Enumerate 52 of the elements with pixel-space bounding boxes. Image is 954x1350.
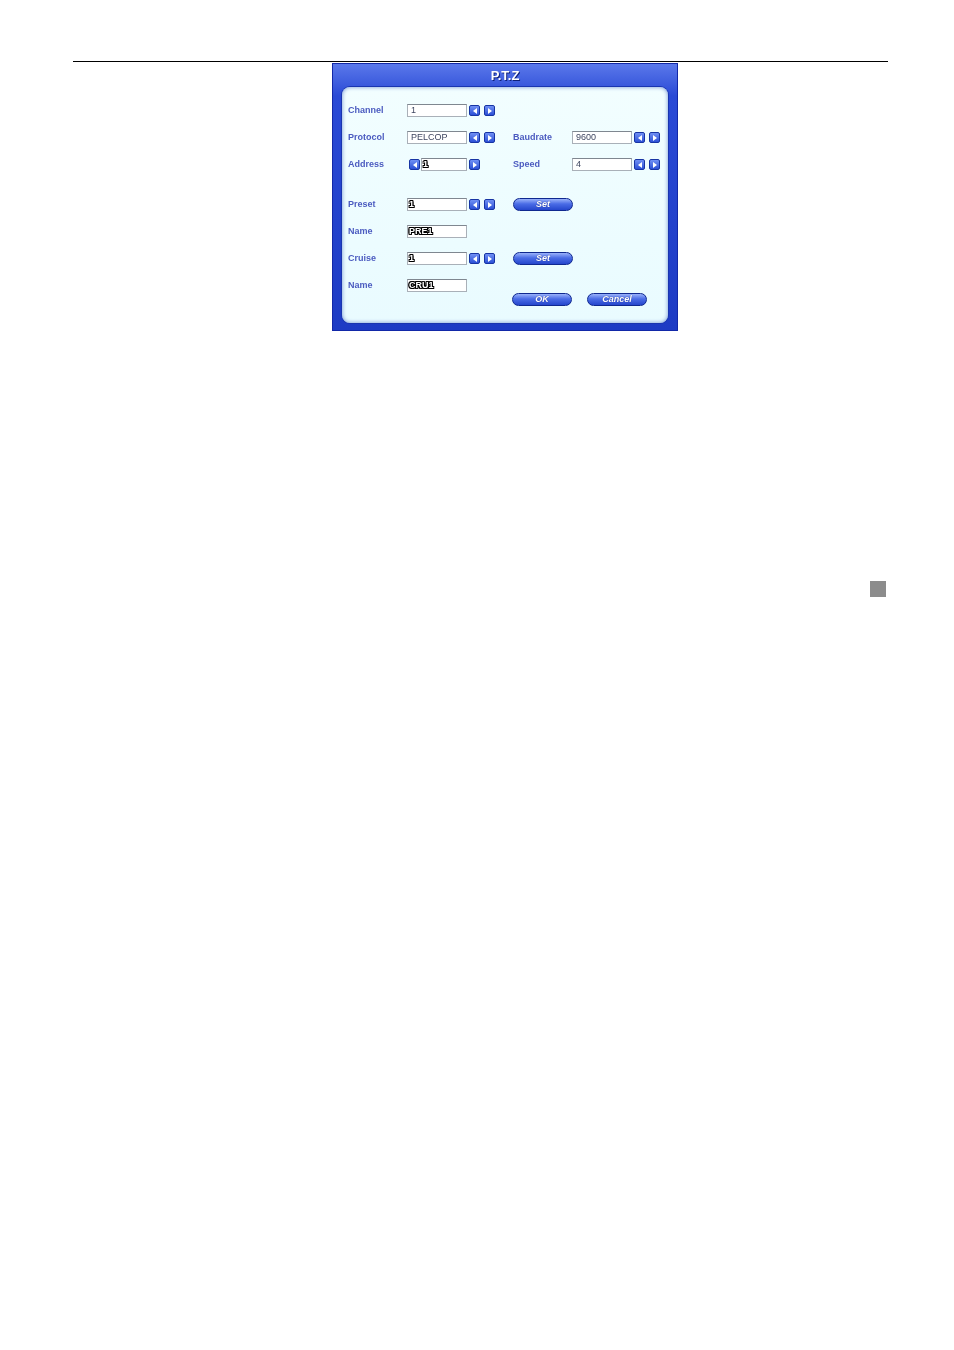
field-label: Baudrate [513,132,552,143]
increase-button[interactable] [469,159,480,170]
left-triangle-icon [472,107,477,114]
ok-button[interactable]: OK [512,293,572,306]
field-label: Channel [348,105,384,116]
margin-marker [870,581,886,597]
increase-button[interactable] [484,105,495,116]
decrease-button[interactable] [634,159,645,170]
left-triangle-icon [637,134,642,141]
field-label: Name [348,280,373,291]
field-label: Protocol [348,132,385,143]
field-label: Name [348,226,373,237]
dialog-title: P.T.Z [490,68,520,83]
cancel-button[interactable]: Cancel [587,293,647,306]
set-button[interactable]: Set [513,252,573,265]
input-field[interactable]: 4 [572,158,632,171]
input-field[interactable]: 9600 [572,131,632,144]
field-label: Preset [348,199,376,210]
field-label: Address [348,159,384,170]
decrease-button[interactable] [469,199,480,210]
increase-button[interactable] [649,132,660,143]
left-triangle-icon [472,201,477,208]
increase-button[interactable] [484,199,495,210]
right-triangle-icon [487,255,492,262]
input-field[interactable]: PELCOP [407,131,467,144]
right-triangle-icon [652,161,657,168]
decrease-button[interactable] [469,105,480,116]
input-field[interactable]: 1 [407,104,467,117]
left-triangle-icon [412,161,417,168]
increase-button[interactable] [484,253,495,264]
input-field[interactable]: 1 [407,252,467,265]
decrease-button[interactable] [469,132,480,143]
input-field[interactable]: 1 [407,198,467,211]
input-field[interactable]: PRE1 [407,225,467,238]
left-triangle-icon [472,255,477,262]
right-triangle-icon [652,134,657,141]
decrease-button[interactable] [469,253,480,264]
right-triangle-icon [472,161,477,168]
set-button[interactable]: Set [513,198,573,211]
field-label: Speed [513,159,540,170]
field-label: Cruise [348,253,376,264]
left-triangle-icon [637,161,642,168]
input-field[interactable]: CRU1 [407,279,467,292]
increase-button[interactable] [484,132,495,143]
decrease-button[interactable] [634,132,645,143]
right-triangle-icon [487,201,492,208]
input-field[interactable]: 1 [421,158,467,171]
left-triangle-icon [472,134,477,141]
increase-button[interactable] [649,159,660,170]
right-triangle-icon [487,134,492,141]
right-triangle-icon [487,107,492,114]
decrease-button[interactable] [409,159,420,170]
